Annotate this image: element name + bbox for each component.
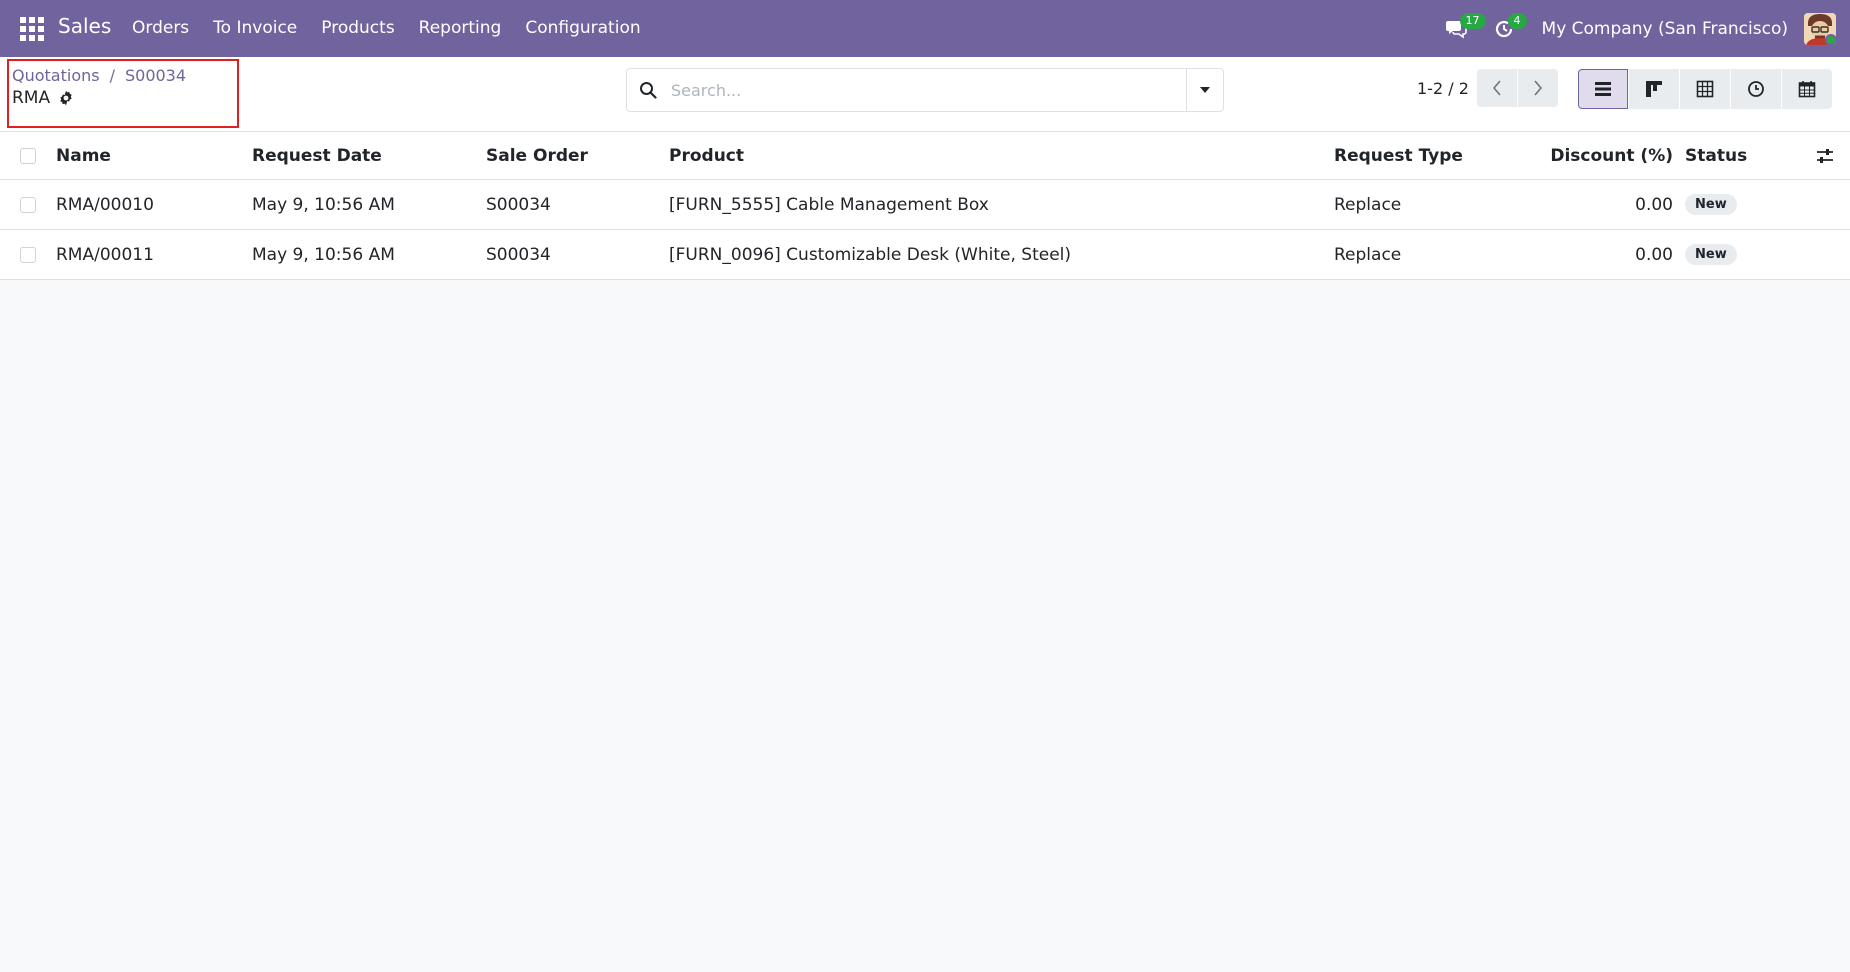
menu-products[interactable]: Products <box>309 0 406 57</box>
table-row[interactable]: RMA/00010 May 9, 10:56 AM S00034 [FURN_5… <box>0 180 1850 230</box>
chevron-left-icon <box>1492 80 1501 96</box>
rma-list-table: Name Request Date Sale Order Product Req… <box>0 132 1850 280</box>
menu-to-invoice[interactable]: To Invoice <box>201 0 309 57</box>
gear-icon[interactable] <box>58 90 74 106</box>
column-header-request-date[interactable]: Request Date <box>252 132 382 179</box>
select-all-checkbox[interactable] <box>20 147 36 164</box>
apps-menu-icon[interactable] <box>20 17 44 41</box>
page-title-row: RMA <box>12 88 74 108</box>
cell-product: [FURN_5555] Cable Management Box <box>669 194 989 215</box>
page-title: RMA <box>12 88 51 108</box>
cell-product: [FURN_0096] Customizable Desk (White, St… <box>669 244 1072 265</box>
breadcrumb-quotations[interactable]: Quotations <box>12 66 100 85</box>
search-input[interactable] <box>671 69 1171 111</box>
calendar-icon <box>1798 81 1816 98</box>
cell-discount: 0.00 <box>1635 194 1673 215</box>
row-checkbox[interactable] <box>20 246 36 263</box>
systray: 17 4 My Company (San Francisco) <box>1436 0 1850 57</box>
row-select-cell <box>20 180 36 229</box>
menu-orders[interactable]: Orders <box>120 0 201 57</box>
column-header-sale-order[interactable]: Sale Order <box>486 132 588 179</box>
cell-discount: 0.00 <box>1635 244 1673 265</box>
sliders-icon <box>1817 148 1833 163</box>
messages-button[interactable]: 17 <box>1436 0 1486 57</box>
pivot-view-button[interactable] <box>1680 69 1730 109</box>
online-status-dot <box>1825 33 1836 45</box>
pivot-icon <box>1696 80 1714 98</box>
pager-next-button[interactable] <box>1518 69 1558 107</box>
control-panel: Quotations / S00034 RMA 1-2 / 2 <box>0 57 1850 132</box>
messages-count-badge: 17 <box>1459 13 1486 29</box>
cell-name: RMA/00011 <box>56 244 154 265</box>
table-row[interactable]: RMA/00011 May 9, 10:56 AM S00034 [FURN_0… <box>0 230 1850 280</box>
search-icon <box>639 81 657 99</box>
pager-value[interactable]: 1-2 / 2 <box>1417 79 1469 98</box>
column-header-discount[interactable]: Discount (%) <box>1550 132 1673 179</box>
list-icon <box>1595 82 1611 96</box>
row-select-cell <box>20 230 36 279</box>
column-header-name[interactable]: Name <box>56 132 111 179</box>
search-bar <box>626 68 1224 112</box>
kanban-view-button[interactable] <box>1629 69 1679 109</box>
cell-request-date: May 9, 10:56 AM <box>252 244 395 265</box>
cell-request-type: Replace <box>1334 194 1402 215</box>
calendar-view-button[interactable] <box>1782 69 1832 109</box>
top-navbar: Sales Orders To Invoice Products Reporti… <box>0 0 1850 57</box>
cell-request-type: Replace <box>1334 244 1402 265</box>
breadcrumb-sale-order[interactable]: S00034 <box>125 66 186 85</box>
activities-count-badge: 4 <box>1507 13 1527 29</box>
activities-button[interactable]: 4 <box>1484 0 1527 57</box>
menu-configuration[interactable]: Configuration <box>513 0 652 57</box>
table-header-row: Name Request Date Sale Order Product Req… <box>0 132 1850 180</box>
user-avatar[interactable] <box>1804 12 1836 45</box>
row-checkbox[interactable] <box>20 196 36 213</box>
menu-reporting[interactable]: Reporting <box>407 0 514 57</box>
main-menu: Orders To Invoice Products Reporting Con… <box>120 0 653 57</box>
optional-columns-toggle[interactable] <box>1816 132 1834 179</box>
cell-status: New <box>1685 180 1737 229</box>
company-switcher[interactable]: My Company (San Francisco) <box>1542 19 1788 39</box>
caret-down-icon <box>1200 87 1210 93</box>
kanban-icon <box>1646 81 1662 97</box>
cell-request-date: May 9, 10:56 AM <box>252 194 395 215</box>
pager-previous-button[interactable] <box>1477 69 1517 107</box>
activity-view-button[interactable] <box>1731 69 1781 109</box>
search-options-toggle[interactable] <box>1186 69 1223 111</box>
cell-name: RMA/00010 <box>56 194 154 215</box>
activity-icon <box>1748 81 1764 97</box>
column-header-status[interactable]: Status <box>1685 132 1747 179</box>
breadcrumb-separator: / <box>109 66 115 85</box>
status-badge: New <box>1685 244 1737 265</box>
cell-sale-order: S00034 <box>486 244 551 265</box>
app-name[interactable]: Sales <box>58 14 111 38</box>
list-view-button[interactable] <box>1578 69 1628 109</box>
status-badge: New <box>1685 194 1737 215</box>
cell-status: New <box>1685 230 1737 279</box>
view-switcher <box>1578 69 1832 109</box>
cell-sale-order: S00034 <box>486 194 551 215</box>
column-header-request-type[interactable]: Request Type <box>1334 132 1463 179</box>
select-all-cell <box>20 132 36 179</box>
column-header-product[interactable]: Product <box>669 132 744 179</box>
chevron-right-icon <box>1534 80 1543 96</box>
breadcrumb: Quotations / S00034 <box>12 66 186 85</box>
